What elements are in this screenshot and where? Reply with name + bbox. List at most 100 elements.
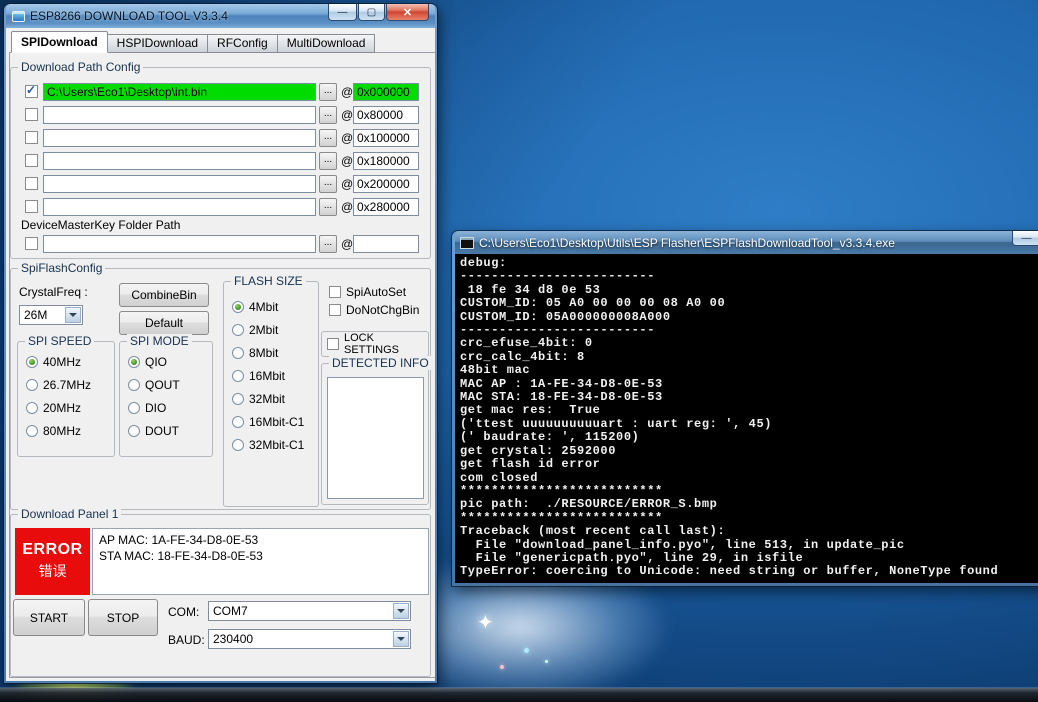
bin-select-checkbox[interactable]: ✓ <box>25 83 38 98</box>
tab-rfconfig[interactable]: RFConfig <box>207 34 278 53</box>
radio-32mbit[interactable]: 32Mbit <box>232 392 285 406</box>
radio-qio[interactable]: QIO <box>128 355 167 369</box>
radio-label: DOUT <box>145 424 179 438</box>
bin-select-checkbox[interactable] <box>25 154 38 167</box>
detected-info-listbox[interactable] <box>327 377 424 499</box>
esp-titlebar[interactable]: ESP8266 DOWNLOAD TOOL V3.3.4 — ▢ ✕ <box>6 4 435 28</box>
radio-20mhz[interactable]: 20MHz <box>26 401 81 415</box>
radio-4mbit[interactable]: 4Mbit <box>232 300 278 314</box>
radio-qout[interactable]: QOUT <box>128 378 180 392</box>
browse-button[interactable]: ... <box>319 175 337 193</box>
address-field[interactable]: 0x000000 <box>353 83 419 101</box>
radio-32mbit-c1[interactable]: 32Mbit-C1 <box>232 438 304 452</box>
bin-select-checkbox[interactable] <box>25 177 38 190</box>
radio-label: 16Mbit <box>249 369 286 383</box>
bin-path-field[interactable] <box>43 175 316 193</box>
baud-label: BAUD: <box>168 633 205 647</box>
stop-button[interactable]: STOP <box>88 599 158 636</box>
minimize-button[interactable]: — <box>1012 231 1038 246</box>
dropdown-arrow-icon[interactable] <box>393 631 409 647</box>
masterkey-path-field[interactable] <box>43 235 316 253</box>
close-button[interactable]: ✕ <box>386 4 429 21</box>
dropdown-arrow-icon[interactable] <box>393 603 409 619</box>
masterkey-path-label: DeviceMasterKey Folder Path <box>21 218 181 232</box>
browse-button[interactable]: ... <box>319 198 337 216</box>
crystal-freq-combo[interactable]: 26M <box>19 305 83 325</box>
radio-26.7mhz[interactable]: 26.7MHz <box>26 378 91 392</box>
do-not-chg-bin-checkbox[interactable]: DoNotChgBin <box>329 303 419 317</box>
browse-button[interactable]: ... <box>319 235 337 253</box>
masterkey-address-field[interactable] <box>353 235 419 253</box>
bin-path-field[interactable] <box>43 129 316 147</box>
radio-8mbit[interactable]: 8Mbit <box>232 346 278 360</box>
bin-path-field[interactable] <box>43 152 316 170</box>
browse-button[interactable]: ... <box>319 129 337 147</box>
console-line: MAC STA: 18-FE-34-D8-0E-53 <box>460 390 663 405</box>
radio-label: 40MHz <box>43 355 82 369</box>
radio-icon <box>26 425 38 437</box>
default-button[interactable]: Default <box>119 311 209 335</box>
radio-40mhz[interactable]: 40MHz <box>26 355 81 369</box>
address-field[interactable]: 0x180000 <box>353 152 419 170</box>
bin-path-field[interactable]: C:\Users\Eco1\Desktop\int.bin <box>43 83 316 101</box>
at-symbol: @ <box>341 85 354 99</box>
group-label: Download Panel 1 <box>18 507 122 521</box>
checkbox-icon <box>327 338 339 350</box>
bin-select-checkbox[interactable] <box>25 131 38 144</box>
console-line: (' baudrate: ', 115200) <box>460 430 640 445</box>
maximize-button[interactable]: ▢ <box>358 4 385 21</box>
start-button[interactable]: START <box>13 599 85 636</box>
address-field[interactable]: 0x280000 <box>353 198 419 216</box>
browse-button[interactable]: ... <box>319 83 337 101</box>
wallpaper-dot <box>500 665 504 669</box>
group-label: DETECTED INFO <box>329 356 432 370</box>
download-row-1: ✓ C:\Users\Eco1\Desktop\int.bin ... @ 0x… <box>11 83 430 101</box>
console-line: com closed <box>460 470 539 485</box>
bin-select-checkbox[interactable] <box>25 200 38 213</box>
spi-autoset-checkbox[interactable]: SpiAutoSet <box>329 285 406 299</box>
tab-multidownload[interactable]: MultiDownload <box>276 34 376 53</box>
radio-16mbit-c1[interactable]: 16Mbit-C1 <box>232 415 304 429</box>
bin-select-checkbox[interactable] <box>25 108 38 121</box>
desktop[interactable]: ✦ ESP8266 DOWNLOAD TOOL V3.3.4 — ▢ ✕ SPI… <box>0 0 1038 702</box>
baud-rate-combo[interactable]: 230400 <box>208 629 411 649</box>
taskbar[interactable] <box>0 688 1038 702</box>
esp8266-tool-window: ESP8266 DOWNLOAD TOOL V3.3.4 — ▢ ✕ SPIDo… <box>4 4 437 683</box>
download-path-config-group: Download Path Config ✓ C:\Users\Eco1\Des… <box>10 60 431 259</box>
masterkey-checkbox[interactable] <box>25 237 38 250</box>
bin-path-field[interactable] <box>43 198 316 216</box>
radio-icon <box>232 393 244 405</box>
browse-button[interactable]: ... <box>319 152 337 170</box>
radio-icon <box>232 301 244 313</box>
minimize-button[interactable]: — <box>328 4 357 21</box>
console-output[interactable]: debug: ------------------------- 18 fe 3… <box>455 254 1038 583</box>
console-titlebar[interactable]: C:\Users\Eco1\Desktop\Utils\ESP Flasher\… <box>455 231 1038 254</box>
combinebin-button[interactable]: CombineBin <box>119 283 209 307</box>
tab-hspidownload[interactable]: HSPIDownload <box>106 34 209 53</box>
lock-settings-checkbox[interactable]: LOCK SETTINGS <box>321 331 429 357</box>
radio-icon <box>232 347 244 359</box>
at-symbol: @ <box>341 177 354 191</box>
status-text-cn: 错误 <box>38 563 67 579</box>
status-text: ERROR <box>22 541 83 558</box>
radio-label: QOUT <box>145 378 180 392</box>
dropdown-arrow-icon[interactable] <box>65 307 81 323</box>
browse-button[interactable]: ... <box>319 106 337 124</box>
wallpaper-sparkle-icon: ✦ <box>477 612 494 634</box>
tab-bar: SPIDownload HSPIDownload RFConfig MultiD… <box>11 31 376 53</box>
console-line: get crystal: 2592000 <box>460 443 617 458</box>
radio-dio[interactable]: DIO <box>128 401 166 415</box>
app-icon <box>12 10 25 22</box>
address-field[interactable]: 0x80000 <box>353 106 419 124</box>
mac-info-line: AP MAC: 1A-FE-34-D8-0E-53 <box>99 533 259 547</box>
radio-80mhz[interactable]: 80MHz <box>26 424 81 438</box>
com-port-combo[interactable]: COM7 <box>208 601 411 621</box>
radio-2mbit[interactable]: 2Mbit <box>232 323 278 337</box>
radio-16mbit[interactable]: 16Mbit <box>232 369 285 383</box>
radio-dout[interactable]: DOUT <box>128 424 179 438</box>
address-field[interactable]: 0x200000 <box>353 175 419 193</box>
bin-path-field[interactable] <box>43 106 316 124</box>
address-field[interactable]: 0x100000 <box>353 129 419 147</box>
tab-spidownload[interactable]: SPIDownload <box>11 31 108 53</box>
masterkey-row: ... @ <box>11 235 430 253</box>
